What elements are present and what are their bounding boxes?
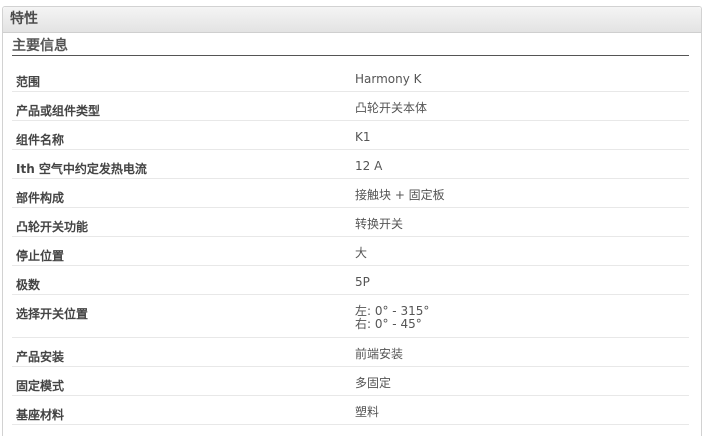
panel-title: 特性 <box>3 7 701 33</box>
spec-row: 基座材料 塑料 <box>12 396 689 425</box>
spec-value-line: Harmony K <box>355 72 422 86</box>
spec-label: 停止位置 <box>16 249 65 263</box>
spec-value-line: 右: 0° - 45° <box>355 317 422 331</box>
spec-value-line: 塑料 <box>355 405 380 419</box>
section-title: 主要信息 <box>12 36 689 56</box>
spec-row: 组件名称 K1 <box>12 121 689 150</box>
spec-label: 极数 <box>16 278 41 292</box>
spec-value: 5P <box>355 276 370 289</box>
spec-label: Ith 空气中约定发热电流 <box>16 162 147 176</box>
spec-value: 多固定 <box>355 377 391 390</box>
spec-value: 前端安装 <box>355 348 403 361</box>
spec-value: 大 <box>355 247 367 260</box>
spec-value: Harmony K <box>355 73 422 86</box>
spec-label: 固定模式 <box>16 379 65 393</box>
spec-row: 极数 5P <box>12 266 689 295</box>
spec-row: 范围 Harmony K <box>12 63 689 92</box>
spec-value-line: 多固定 <box>355 376 392 390</box>
spec-label: 范围 <box>16 75 41 89</box>
spec-row: 部件构成 接触块 + 固定板 <box>12 179 689 208</box>
spec-value: 接触块 + 固定板 <box>355 189 445 202</box>
spec-value: K1 <box>355 131 371 144</box>
spec-label: 凸轮开关功能 <box>16 220 89 234</box>
spec-row: 产品或组件类型 凸轮开关本体 <box>12 92 689 121</box>
spec-label: 产品安装 <box>16 350 65 364</box>
spec-label: 产品或组件类型 <box>16 104 101 118</box>
spec-value: 凸轮开关本体 <box>355 102 427 115</box>
spec-label: 组件名称 <box>16 133 65 147</box>
spec-label: 选择开关位置 <box>16 307 89 321</box>
spec-value-line: 转换开关 <box>355 217 404 231</box>
spec-value: 塑料 <box>355 406 379 419</box>
spec-value-line: 5P <box>355 275 370 289</box>
spec-row: 固定模式 多固定 <box>12 367 689 396</box>
spec-value: 转换开关 <box>355 218 403 231</box>
spec-label: 基座材料 <box>16 408 65 422</box>
spec-row: 停止位置 大 <box>12 237 689 266</box>
spec-table: 范围 Harmony K 产品或组件类型 凸轮开关本体 组件名称 K1 Ith 空气中… <box>12 63 689 425</box>
spec-value: 12 A <box>355 160 382 173</box>
spec-row: 凸轮开关功能 转换开关 <box>12 208 689 237</box>
spec-value-line: K1 <box>355 130 371 144</box>
spec-row: 选择开关位置 左: 0° - 315° 右: 0° - 45° <box>12 295 689 338</box>
spec-value-line: 接触块 + 固定板 <box>355 188 445 202</box>
spec-value-line: 大 <box>355 246 368 260</box>
spec-row: 产品安装 前端安装 <box>12 338 689 367</box>
spec-value-line: 前端安装 <box>355 347 404 361</box>
spec-row: Ith 空气中约定发热电流 12 A <box>12 150 689 179</box>
spec-value-line: 凸轮开关本体 <box>355 101 428 115</box>
spec-value: 左: 0° - 315° 右: 0° - 45° <box>355 305 429 331</box>
spec-label: 部件构成 <box>16 191 65 205</box>
spec-value-line: 12 A <box>355 159 383 173</box>
